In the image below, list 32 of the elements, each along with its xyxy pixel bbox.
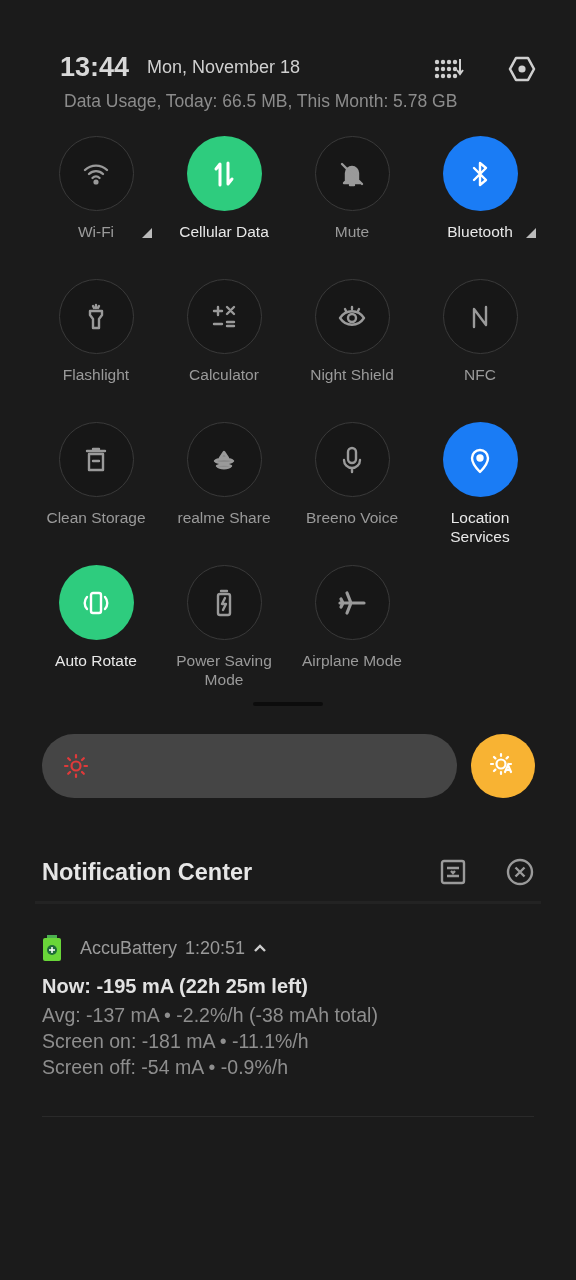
tile-label: Night Shield — [310, 365, 394, 384]
tile-label: Flashlight — [62, 365, 130, 384]
tile-label: Airplane Mode — [302, 651, 402, 670]
tile-label: realme Share — [177, 508, 271, 527]
tile-label: Wi-Fi — [77, 222, 115, 241]
notification-text: Avg: -137 mA • -2.2%/h (-38 mAh total) — [42, 1003, 379, 1028]
tile-label: Breeno Voice — [305, 508, 399, 527]
tile-label: Location Services — [449, 508, 511, 546]
tile-label: Calculator — [189, 365, 259, 384]
tile-label: Auto Rotate — [55, 651, 137, 670]
battery-app-icon — [42, 935, 62, 961]
notification-text: Screen off: -54 mA • -0.9%/h — [42, 1055, 289, 1080]
menu-triangle-icon[interactable] — [526, 228, 536, 238]
clear-all-icon[interactable] — [506, 858, 534, 886]
notification-time: 1:20:51 — [185, 937, 246, 959]
tile-label: Cellular Data — [179, 222, 269, 241]
tile-label: Bluetooth — [447, 222, 513, 241]
settings-icon[interactable] — [508, 55, 536, 83]
notification-text: Screen on: -181 mA • -11.1%/h — [42, 1029, 310, 1054]
menu-triangle-icon[interactable] — [142, 228, 152, 238]
tile-label: Mute — [334, 222, 370, 241]
date: Mon, November 18 — [147, 56, 301, 78]
tile-label: Clean Storage — [46, 508, 146, 527]
section-title: Notification Center — [42, 858, 253, 886]
caret-icon[interactable] — [253, 943, 268, 953]
tile-label: Power Saving Mode — [175, 651, 273, 689]
notification-title: Now: -195 mA (22h 25m left) — [42, 975, 309, 998]
manage-icon[interactable] — [440, 859, 466, 885]
clock-time: 13:44 — [60, 51, 130, 83]
data-usage-text: Data Usage, Today: 66.5 MB, This Month: 5.78 GB — [64, 91, 459, 112]
app-name: AccuBattery — [80, 937, 178, 959]
tile-label: NFC — [464, 365, 496, 384]
